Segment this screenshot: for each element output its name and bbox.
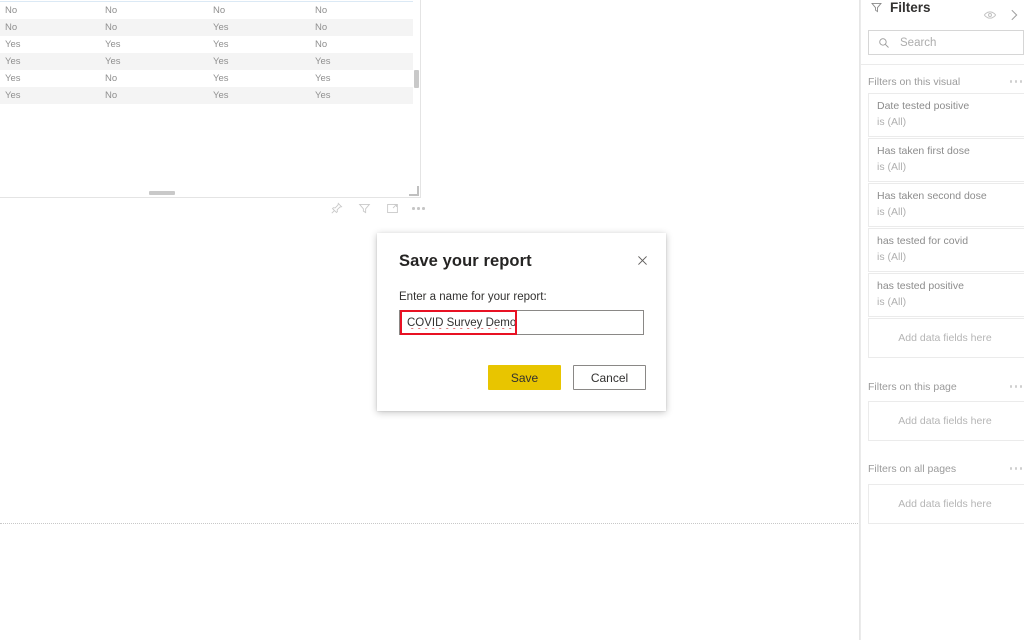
table-cell: No [309,36,413,53]
table-cell: Yes [309,70,413,87]
vertical-scrollbar[interactable] [413,0,420,182]
filter-dropzone-label: Add data fields here [898,498,991,510]
filter-card[interactable]: has tested positive is (All) [868,273,1024,317]
table-cell: No [0,2,99,20]
filter-card-state: is (All) [877,296,906,308]
table-cell: Yes [207,87,309,104]
filter-card[interactable]: Has taken first dose is (All) [868,138,1024,182]
dialog-action-row: Save Cancel [488,365,646,390]
search-icon [877,36,890,49]
filter-card[interactable]: has tested for covid is (All) [868,228,1024,272]
report-name-input[interactable] [400,311,643,334]
table-row[interactable]: No No No No [0,2,413,20]
filters-pane-left-edge [860,0,861,640]
filter-icon[interactable] [356,200,373,217]
table-cell: Yes [207,19,309,36]
table-cell: Yes [207,53,309,70]
table-cell: Yes [99,36,207,53]
table-cell: Yes [0,53,99,70]
filter-card[interactable]: Has taken second dose is (All) [868,183,1024,227]
table-row[interactable]: Yes Yes Yes No [0,36,413,53]
section-menu-visual[interactable] [1010,80,1023,83]
filter-card[interactable]: Date tested positive is (All) [868,93,1024,137]
close-icon[interactable] [629,247,655,273]
section-menu-all-pages[interactable] [1010,467,1023,470]
more-options-icon[interactable] [412,200,425,217]
filters-search-box[interactable] [868,30,1024,55]
cancel-button[interactable]: Cancel [573,365,646,390]
filters-pane: Filters [860,0,1024,640]
vertical-scrollbar-thumb[interactable] [414,70,419,88]
table-cell: No [99,2,207,20]
filter-dropzone-page[interactable]: Add data fields here [868,401,1024,441]
table-cell: Yes [309,53,413,70]
table-cell: No [99,19,207,36]
table-cell: Yes [309,87,413,104]
filter-card-name: has tested for covid [877,235,968,247]
table-cell: Yes [99,53,207,70]
table-cell: Yes [207,36,309,53]
filter-card-name: has tested positive [877,280,964,292]
section-heading-page: Filters on this page [868,381,957,393]
dialog-title: Save your report [399,252,532,271]
filter-dropzone-all-pages[interactable]: Add data fields here [868,484,1024,524]
table-row[interactable]: No No Yes No [0,19,413,36]
section-menu-page[interactable] [1010,385,1023,388]
visual-resize-handle[interactable] [409,186,419,196]
save-report-dialog: Save your report Enter a name for your r… [377,233,666,411]
report-name-field-wrapper [399,310,644,335]
table-row[interactable]: Yes Yes Yes Yes [0,53,413,70]
filter-card-state: is (All) [877,116,906,128]
eye-icon[interactable] [982,7,998,23]
table-cell: No [99,87,207,104]
table-cell: Yes [0,87,99,104]
filter-card-name: Has taken first dose [877,145,970,157]
save-button[interactable]: Save [488,365,561,390]
table-row[interactable]: Yes No Yes Yes [0,87,413,104]
filter-dropzone-label: Add data fields here [898,332,991,344]
filter-dropzone-label: Add data fields here [898,415,991,427]
funnel-icon [869,0,883,14]
filters-search-input[interactable] [898,36,1012,50]
data-table: Has taken first dose Has taken second do… [0,0,413,104]
table-body: No No No No No No Yes No Yes Yes Yes [0,2,413,105]
horizontal-scrollbar-thumb[interactable] [149,191,175,195]
filter-card-name: Date tested positive [877,100,969,112]
report-name-label: Enter a name for your report: [399,291,547,303]
filter-card-state: is (All) [877,251,906,263]
table-visual[interactable]: Has taken first dose Has taken second do… [0,0,421,198]
filters-pane-divider [860,64,1024,65]
section-heading-all-pages: Filters on all pages [868,463,956,475]
section-heading-visual: Filters on this visual [868,76,960,88]
table-cell: No [309,19,413,36]
visual-footer-toolbar [328,200,425,217]
filter-card-state: is (All) [877,161,906,173]
filter-card-state: is (All) [877,206,906,218]
filter-card-name: Has taken second dose [877,190,987,202]
table-cell: No [309,2,413,20]
report-editor: Has taken first dose Has taken second do… [0,0,1024,640]
focus-mode-icon[interactable] [384,200,401,217]
chevron-right-icon[interactable] [1006,7,1022,23]
filter-dropzone-visual[interactable]: Add data fields here [868,318,1024,358]
page-boundary-divider [0,523,860,524]
table-cell: Yes [0,36,99,53]
pin-icon[interactable] [328,200,345,217]
table-cell: No [0,19,99,36]
table-row[interactable]: Yes No Yes Yes [0,70,413,87]
table-cell: Yes [0,70,99,87]
filters-pane-header-actions [982,7,1022,23]
filters-pane-title: Filters [890,0,931,15]
table-cell: Yes [207,70,309,87]
table-cell: No [99,70,207,87]
table-cell: No [207,2,309,20]
